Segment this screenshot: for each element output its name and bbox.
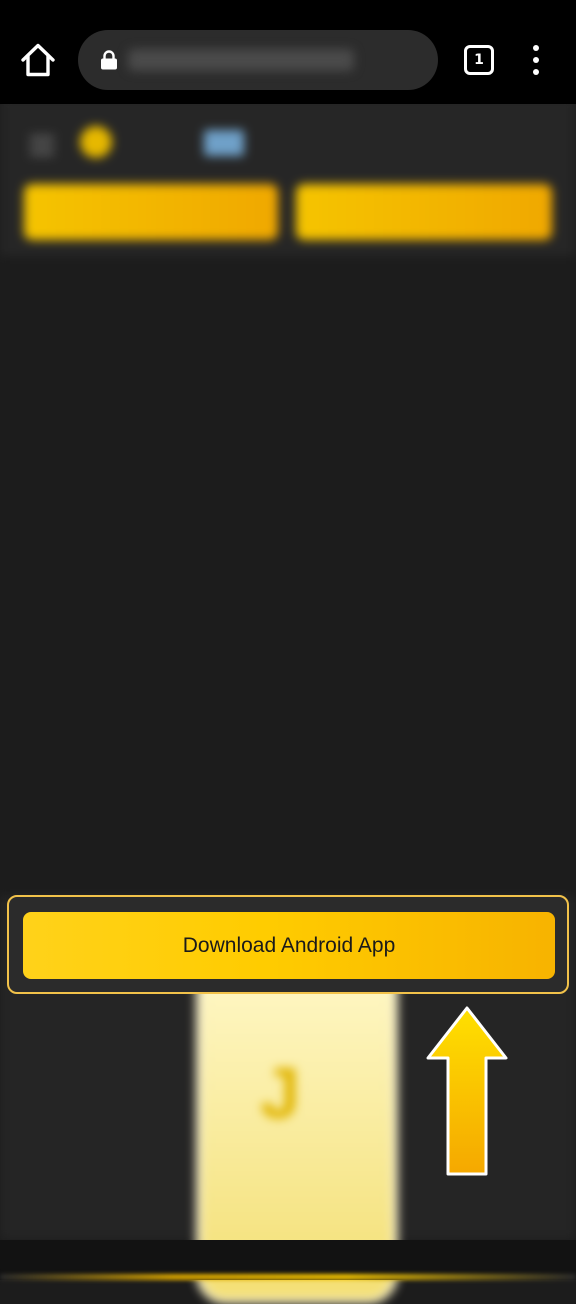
flag-icon	[204, 130, 244, 156]
menu-icon[interactable]	[30, 136, 54, 156]
bottom-strip	[0, 1274, 576, 1280]
url-text	[128, 49, 354, 71]
site-logo[interactable]	[80, 124, 250, 160]
tab-count: 1	[474, 52, 484, 68]
logo-mark	[80, 126, 112, 158]
app-logo-icon: J	[260, 1054, 301, 1134]
install-app-button[interactable]	[296, 184, 552, 240]
address-bar[interactable]	[78, 30, 438, 90]
browser-toolbar: 1	[0, 0, 576, 104]
site-header	[0, 96, 576, 256]
more-vert-icon[interactable]	[526, 44, 546, 76]
register-button[interactable]	[24, 184, 278, 240]
lock-icon	[101, 50, 117, 70]
home-icon	[21, 43, 55, 77]
home-button[interactable]	[18, 40, 58, 80]
download-highlight-frame: Download Android App	[7, 895, 569, 994]
tab-switcher-button[interactable]: 1	[464, 45, 494, 75]
arrow-up-icon	[426, 1006, 508, 1176]
download-android-app-button[interactable]: Download Android App	[23, 912, 555, 979]
